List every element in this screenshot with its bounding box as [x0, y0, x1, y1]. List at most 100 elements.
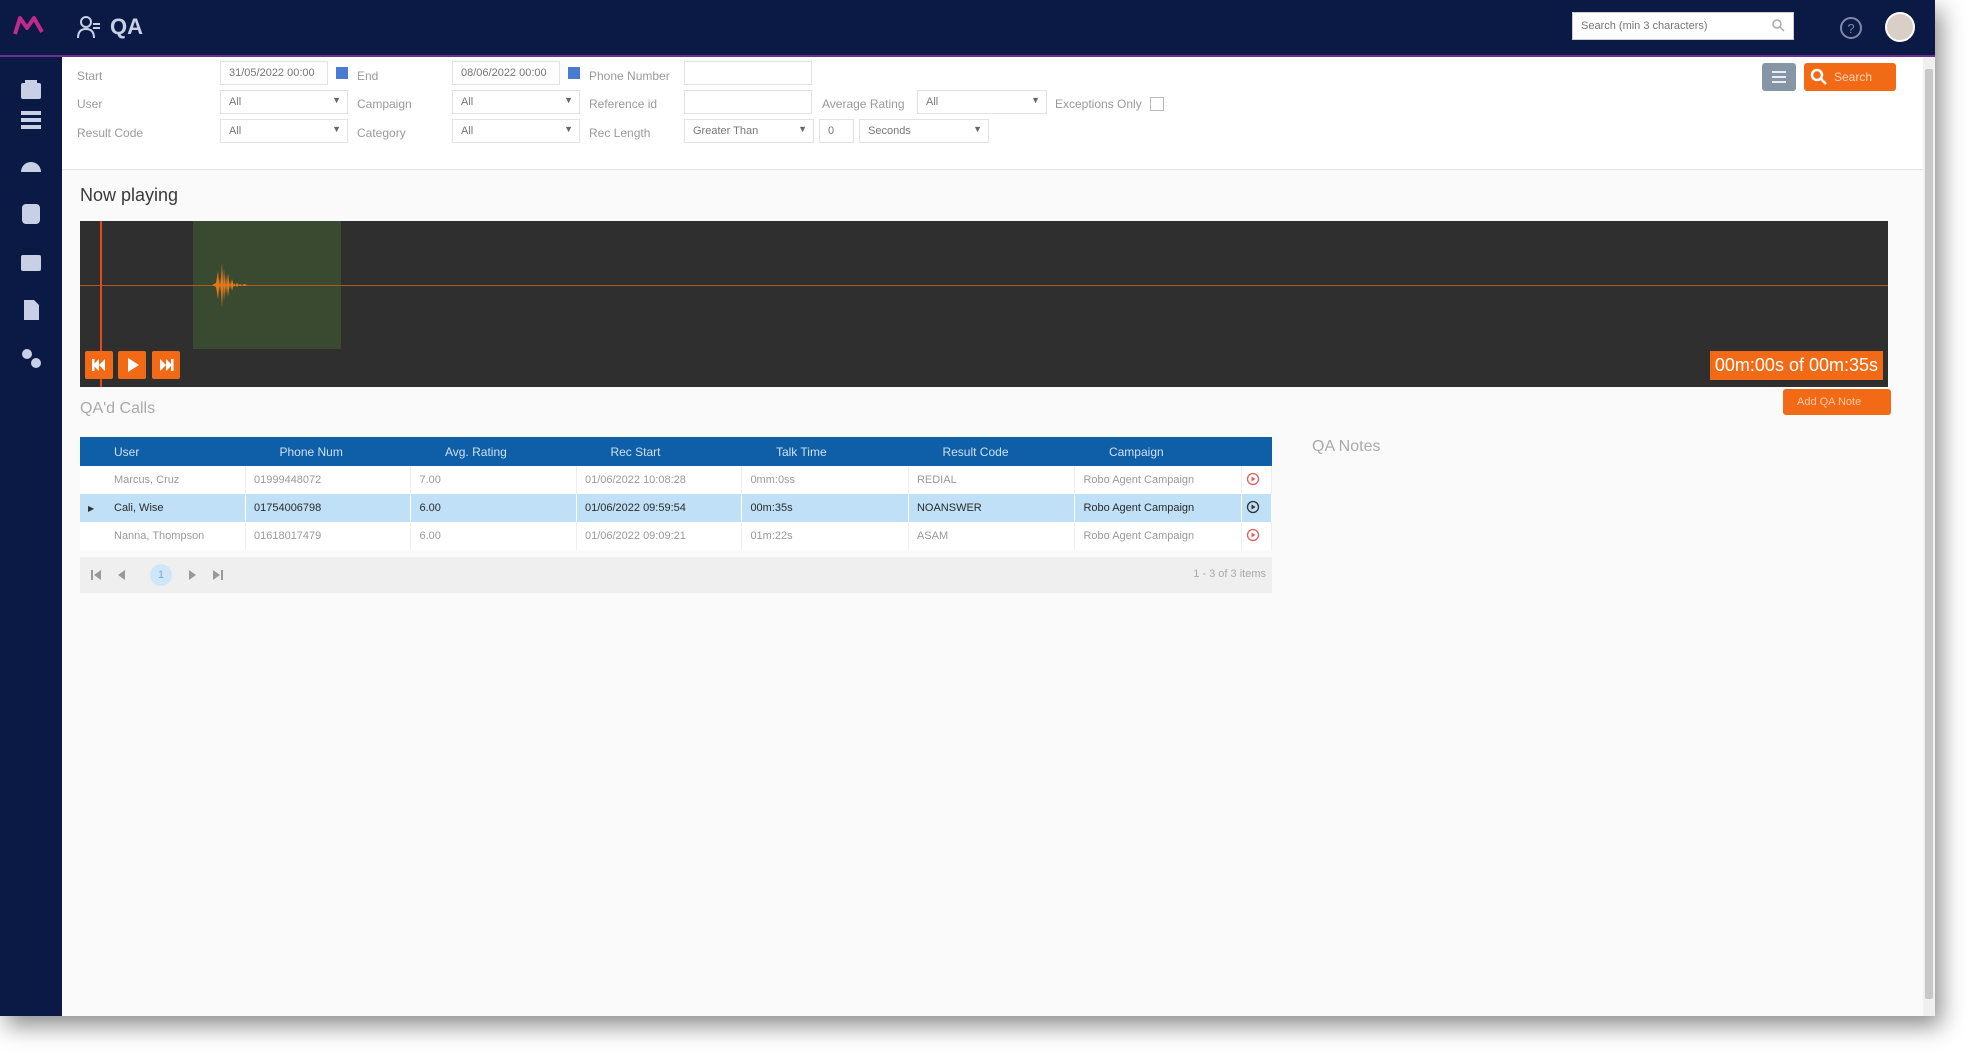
document-icon[interactable] [18, 297, 44, 323]
cell-result-code: ASAM [908, 522, 1076, 550]
dashboard-icon[interactable] [18, 153, 44, 179]
previous-page-icon[interactable] [112, 565, 132, 585]
play-recording-icon[interactable] [1246, 528, 1260, 542]
cell-rating: 6.00 [410, 522, 577, 550]
reference-id-label: Reference id [589, 97, 658, 111]
user-avatar[interactable] [1885, 12, 1915, 42]
qa-notes-title: QA Notes [1312, 438, 1381, 455]
column-header-phone[interactable]: Phone Num [245, 437, 411, 466]
category-select[interactable]: All ▼ [452, 119, 580, 143]
column-header-result-code[interactable]: Result Code [908, 437, 1075, 466]
exceptions-only-checkbox[interactable] [1150, 97, 1164, 111]
skip-forward-icon [160, 359, 174, 371]
logo-icon[interactable] [12, 10, 48, 42]
waveform-baseline [80, 285, 1888, 286]
reference-id-input[interactable] [684, 90, 812, 114]
search-button[interactable]: Search [1804, 63, 1896, 91]
filter-panel: Start 31/05/2022 00:00 End 08/06/2022 00… [62, 57, 1923, 170]
settings-icon[interactable] [18, 345, 44, 371]
cell-phone: 01999448072 [245, 466, 412, 494]
vertical-scrollbar[interactable] [1923, 57, 1935, 1016]
expand-row-icon[interactable]: ▶ [88, 504, 114, 513]
end-date-input[interactable]: 08/06/2022 00:00 [452, 61, 580, 85]
end-date-value: 08/06/2022 00:00 [461, 67, 547, 79]
add-qa-note-label: Add QA Note [1797, 396, 1862, 408]
skip-back-button[interactable] [85, 351, 113, 379]
cell-phone: 01754006798 [245, 494, 412, 522]
column-header-rating[interactable]: Avg. Rating [410, 437, 577, 466]
cell-talk-time: 00m:35s [741, 494, 909, 522]
menu-button[interactable] [1762, 63, 1796, 91]
global-search[interactable] [1572, 12, 1794, 40]
reports-icon[interactable] [18, 249, 44, 275]
column-header-rec-start[interactable]: Rec Start [576, 437, 742, 466]
app-window: QA ? Start 31/05/2022 00:00 End [0, 0, 1935, 1016]
page-number[interactable]: 1 [150, 564, 172, 586]
now-playing-title: Now playing [80, 185, 179, 205]
play-recording-icon[interactable] [1246, 472, 1260, 486]
play-icon [128, 358, 139, 372]
cell-user: ▶ Cali, Wise [80, 494, 246, 522]
search-icon [1810, 68, 1827, 85]
chevron-down-icon: ▼ [1031, 95, 1040, 105]
list-icon[interactable] [18, 107, 44, 133]
play-button[interactable] [118, 351, 146, 379]
chevron-down-icon: ▼ [973, 124, 982, 134]
rec-length-operator-select[interactable]: Greater Than ▼ [684, 119, 814, 143]
waveform[interactable] [210, 235, 250, 335]
playback-time: 00m:00s of 00m:35s [1709, 351, 1883, 380]
table-row[interactable]: Marcus, Cruz 01999448072 7.00 01/06/2022… [80, 466, 1273, 494]
column-header-user[interactable]: User [80, 437, 246, 466]
database-icon[interactable] [18, 201, 44, 227]
result-code-select[interactable]: All ▼ [220, 119, 348, 143]
cell-campaign: Robo Agent Campaign [1074, 466, 1242, 494]
search-icon[interactable] [1771, 18, 1785, 32]
phone-number-label: Phone Number [589, 69, 670, 83]
table-row[interactable]: ▶ Cali, Wise 01754006798 6.00 01/06/2022 … [80, 494, 1273, 522]
audio-player[interactable]: 00m:00s of 00m:35s [80, 221, 1888, 387]
global-search-input[interactable] [1573, 13, 1779, 39]
pager: 1 1 - 3 of 3 items [80, 557, 1272, 593]
cell-talk-time: 0mm:0ss [741, 466, 909, 494]
cell-user: Marcus, Cruz [80, 466, 246, 494]
chevron-down-icon: ▼ [332, 95, 341, 105]
first-page-icon[interactable] [86, 565, 106, 585]
add-qa-note-button[interactable]: Add QA Note [1783, 389, 1891, 415]
svg-text:?: ? [1847, 21, 1854, 36]
qa-calls-grid: User Phone Num Avg. Rating Rec Start Tal… [80, 437, 1273, 550]
page-title: QA [110, 14, 143, 39]
chevron-down-icon: ▼ [564, 124, 573, 134]
last-page-icon[interactable] [208, 565, 228, 585]
phone-number-input[interactable] [684, 61, 812, 85]
calendar-icon[interactable] [567, 64, 581, 80]
skip-forward-button[interactable] [152, 351, 180, 379]
rec-length-value-input[interactable]: 0 [819, 119, 854, 143]
column-header-talk-time[interactable]: Talk Time [741, 437, 909, 466]
category-label: Category [357, 126, 406, 140]
column-header-campaign[interactable]: Campaign [1074, 437, 1242, 466]
table-header-row: User Phone Num Avg. Rating Rec Start Tal… [80, 437, 1272, 466]
sidebar [0, 57, 62, 1016]
skip-back-icon [92, 359, 105, 371]
user-select[interactable]: All ▼ [220, 90, 348, 114]
cell-talk-time: 01m:22s [741, 522, 909, 550]
calendar-icon[interactable] [335, 64, 349, 80]
top-bar: QA ? [0, 0, 1935, 57]
help-icon[interactable]: ? [1839, 16, 1863, 40]
scrollbar-thumb[interactable] [1925, 69, 1933, 999]
cell-result-code: NOANSWER [908, 494, 1076, 522]
average-rating-select[interactable]: All ▼ [917, 90, 1047, 114]
start-date-input[interactable]: 31/05/2022 00:00 [220, 61, 348, 85]
main-content: Start 31/05/2022 00:00 End 08/06/2022 00… [62, 57, 1923, 1016]
inbox-icon[interactable] [18, 77, 44, 103]
play-recording-icon[interactable] [1246, 500, 1260, 514]
campaign-select[interactable]: All ▼ [452, 90, 580, 114]
qa-calls-table: User Phone Num Avg. Rating Rec Start Tal… [80, 437, 1273, 550]
cell-rating: 7.00 [410, 466, 577, 494]
cell-action [1241, 466, 1273, 494]
next-page-icon[interactable] [182, 565, 202, 585]
rec-length-unit-select[interactable]: Seconds ▼ [859, 119, 989, 143]
cell-user: Nanna, Thompson [80, 522, 246, 550]
table-row[interactable]: Nanna, Thompson 01618017479 6.00 01/06/2… [80, 522, 1273, 550]
campaign-label: Campaign [357, 97, 412, 111]
